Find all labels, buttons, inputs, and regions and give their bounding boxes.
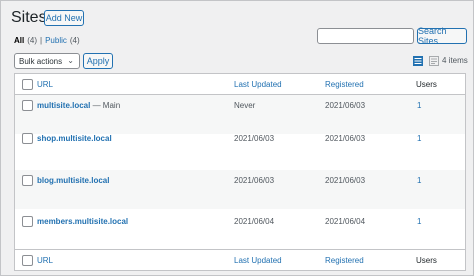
bulk-actions-value: Bulk actions (19, 56, 63, 66)
filter-all[interactable]: All (14, 36, 24, 45)
item-count: 4 items (442, 56, 468, 65)
site-url-cell: multisite.local — Main (37, 101, 120, 110)
users-count-link[interactable]: 1 (417, 217, 421, 226)
table-header: URL Last Updated Registered Users (15, 74, 465, 95)
chevron-down-icon: ⌄ (67, 56, 74, 65)
page-title: Sites (11, 9, 47, 26)
last-updated-cell: 2021/06/03 (234, 134, 275, 143)
site-url-link[interactable]: multisite.local (37, 101, 90, 110)
last-updated-cell: 2021/06/03 (234, 176, 275, 185)
site-url-link[interactable]: members.multisite.local (37, 217, 128, 226)
users-count-link[interactable]: 1 (417, 176, 421, 185)
list-view-icon[interactable] (412, 55, 424, 67)
table-row: members.multisite.local 2021/06/04 2021/… (15, 211, 465, 250)
search-sites-button[interactable]: Search Sites (417, 26, 467, 46)
last-updated-cell: Never (234, 101, 256, 110)
registered-cell: 2021/06/03 (325, 134, 366, 143)
add-new-button[interactable]: Add New (44, 10, 84, 26)
row-checkbox[interactable] (22, 133, 33, 144)
filter-all-count: (4) (27, 36, 38, 45)
site-main-label: — Main (90, 101, 121, 110)
excerpt-view-icon[interactable] (428, 55, 440, 67)
filter-separator: | (40, 36, 43, 45)
column-last-updated-footer[interactable]: Last Updated (234, 256, 282, 265)
table-footer: URL Last Updated Registered Users (15, 249, 465, 270)
registered-cell: 2021/06/03 (325, 176, 366, 185)
site-url-link[interactable]: shop.multisite.local (37, 134, 112, 143)
sites-table: URL Last Updated Registered Users multis… (14, 73, 466, 271)
column-last-updated[interactable]: Last Updated (234, 80, 282, 89)
row-checkbox[interactable] (22, 100, 33, 111)
column-url-footer[interactable]: URL (37, 256, 53, 265)
select-all-checkbox-footer[interactable] (22, 255, 33, 266)
last-updated-cell: 2021/06/04 (234, 217, 275, 226)
search-input[interactable] (317, 28, 414, 44)
row-checkbox[interactable] (22, 216, 33, 227)
site-url-cell: blog.multisite.local (37, 176, 109, 185)
bulk-actions-select[interactable]: Bulk actions ⌄ (14, 53, 80, 69)
column-users: Users (416, 80, 437, 89)
status-filters: All (4) | Public (4) (14, 36, 80, 45)
table-row: shop.multisite.local 2021/06/03 2021/06/… (15, 128, 465, 167)
column-users-footer: Users (416, 256, 437, 265)
users-count-link[interactable]: 1 (417, 134, 421, 143)
users-count-link[interactable]: 1 (417, 101, 421, 110)
site-url-cell: members.multisite.local (37, 217, 128, 226)
apply-button[interactable]: Apply (83, 53, 113, 69)
column-registered[interactable]: Registered (325, 80, 364, 89)
site-url-link[interactable]: blog.multisite.local (37, 176, 109, 185)
row-checkbox[interactable] (22, 175, 33, 186)
site-url-cell: shop.multisite.local (37, 134, 112, 143)
filter-public[interactable]: Public (45, 36, 67, 45)
table-row: blog.multisite.local 2021/06/03 2021/06/… (15, 170, 465, 209)
column-url[interactable]: URL (37, 80, 53, 89)
registered-cell: 2021/06/04 (325, 217, 366, 226)
filter-public-count: (4) (69, 36, 80, 45)
select-all-checkbox[interactable] (22, 79, 33, 90)
column-registered-footer[interactable]: Registered (325, 256, 364, 265)
registered-cell: 2021/06/03 (325, 101, 366, 110)
